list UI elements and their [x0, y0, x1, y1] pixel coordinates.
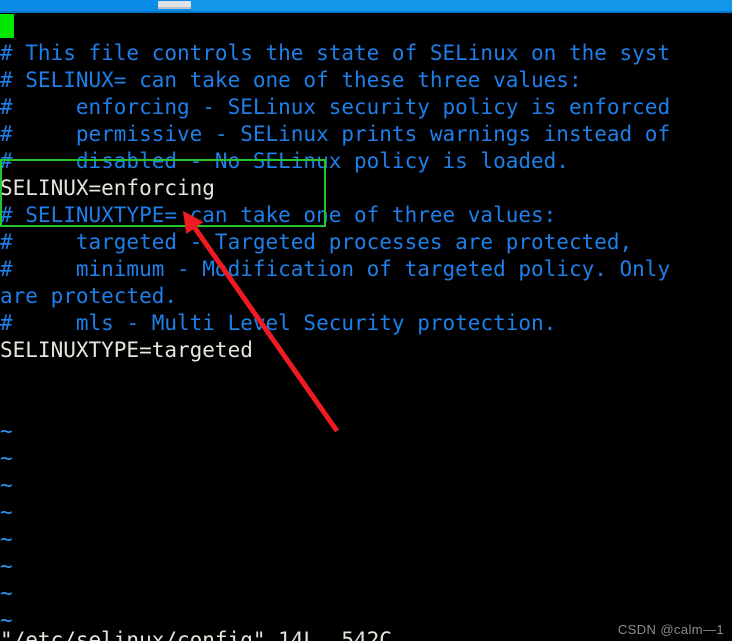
window-titlebar: [0, 0, 732, 13]
empty-line-marker: ~: [0, 527, 13, 551]
empty-line-marker: ~: [0, 446, 13, 470]
buffer-line: # disabled - No SELinux policy is loaded…: [0, 149, 569, 173]
window-tab-chip-shadow: [158, 7, 191, 9]
empty-line-marker: ~: [0, 554, 13, 578]
csdn-watermark: CSDN @calm—1: [617, 622, 724, 637]
buffer-line: # minimum - Modification of targeted pol…: [0, 257, 671, 281]
buffer-line: # mls - Multi Level Security protection.: [0, 311, 557, 335]
buffer-line: are protected.: [0, 284, 178, 308]
empty-line-marker: ~: [0, 419, 13, 443]
empty-line-marker: ~: [0, 500, 13, 524]
buffer-line: # permissive - SELinux prints warnings i…: [0, 122, 671, 146]
buffer-line: # targeted - Targeted processes are prot…: [0, 230, 633, 254]
buffer-line: # This file controls the state of SELinu…: [0, 41, 671, 65]
empty-line-marker: ~: [0, 473, 13, 497]
buffer-line: SELINUX=enforcing: [0, 176, 215, 200]
vim-status-line: "/etc/selinux/config" 14L, 542C: [0, 628, 392, 641]
terminal-screen[interactable]: # This file controls the state of SELinu…: [0, 13, 732, 641]
buffer-line: # enforcing - SELinux security policy is…: [0, 95, 671, 119]
buffer-line: # SELINUX= can take one of these three v…: [0, 68, 582, 92]
buffer-line: # SELINUXTYPE= can take one of three val…: [0, 203, 557, 227]
buffer-line: SELINUXTYPE=targeted: [0, 338, 253, 362]
empty-line-marker: ~: [0, 581, 13, 605]
text-cursor: [0, 14, 14, 38]
